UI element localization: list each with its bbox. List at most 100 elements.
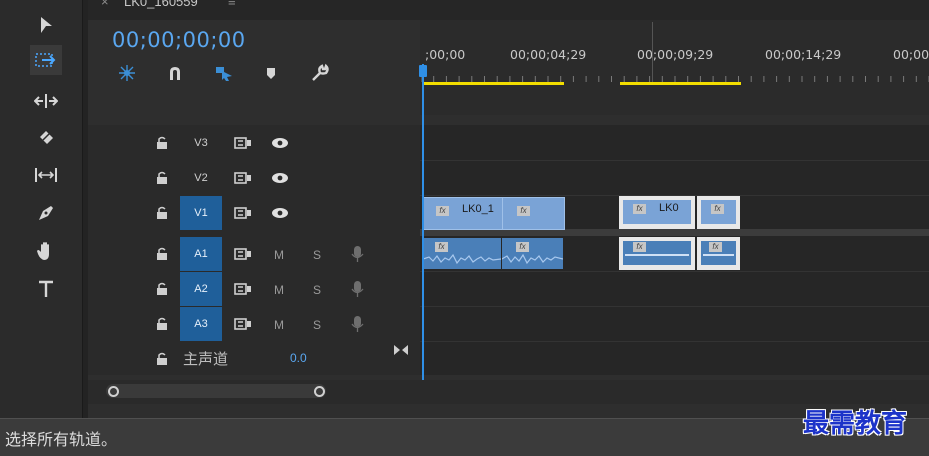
track-header-v3[interactable] <box>88 126 420 161</box>
playhead-timecode[interactable]: 00;00;00;00 <box>112 28 246 52</box>
sync-lock-icon[interactable] <box>233 247 253 261</box>
lock-icon[interactable] <box>155 206 169 220</box>
zoom-scrollbar[interactable] <box>106 384 326 398</box>
fx-badge: fx <box>517 206 530 216</box>
track-header-a3[interactable] <box>88 307 420 342</box>
clip-name: LK0 <box>659 202 679 214</box>
audio-clip-selected[interactable]: fx <box>619 237 695 270</box>
solo-button[interactable]: S <box>313 248 321 262</box>
in-point-marker <box>652 22 653 82</box>
microphone-icon[interactable] <box>348 280 368 298</box>
track-target-v1[interactable]: V1 <box>180 196 222 230</box>
ruler-label: 00;00;14;29 <box>765 47 842 62</box>
fx-badge: fx <box>711 204 724 214</box>
track-target-a3[interactable]: A3 <box>180 307 222 341</box>
lock-icon[interactable] <box>155 317 169 331</box>
watermark-logo: 最需教育 <box>803 409 908 439</box>
lock-icon[interactable] <box>155 171 169 185</box>
track-target-a2[interactable]: A2 <box>180 272 222 306</box>
lock-icon[interactable] <box>155 247 169 261</box>
track-header-v2[interactable] <box>88 161 420 196</box>
master-volume-value[interactable]: 0.0 <box>290 351 307 365</box>
mute-button[interactable]: M <box>274 283 284 297</box>
eye-icon[interactable] <box>270 206 290 220</box>
status-text: 选择所有轨道。 <box>5 430 118 449</box>
sync-lock-icon[interactable] <box>233 317 253 331</box>
microphone-icon[interactable] <box>348 245 368 263</box>
sync-lock-icon[interactable] <box>233 136 253 150</box>
video-clip[interactable]: fx LK0_1 <box>423 197 503 230</box>
work-area-bar[interactable] <box>423 82 564 85</box>
mute-button[interactable]: M <box>274 248 284 262</box>
eye-icon[interactable] <box>270 136 290 150</box>
type-icon[interactable] <box>30 274 62 304</box>
work-area-bar[interactable] <box>620 82 741 85</box>
time-ruler[interactable] <box>420 20 929 115</box>
audio-waveform <box>625 254 689 256</box>
sequence-tab-label[interactable]: LK0_160559 <box>124 0 198 9</box>
eye-icon[interactable] <box>270 171 290 185</box>
fx-badge: fx <box>633 204 646 214</box>
ruler-label: 00;00;04;29 <box>510 47 587 62</box>
mute-button[interactable]: M <box>274 318 284 332</box>
master-track-label: 主声道 <box>183 350 229 368</box>
lane-divider <box>420 306 929 307</box>
audio-waveform <box>423 253 501 265</box>
ruler-label: ;00;00 <box>425 47 466 62</box>
pen-icon[interactable] <box>30 198 62 228</box>
hand-icon[interactable] <box>30 236 62 266</box>
video-clip[interactable]: fx <box>502 197 565 230</box>
track-target-v3[interactable]: V3 <box>180 126 222 160</box>
fx-badge: fx <box>633 242 646 252</box>
lock-icon[interactable] <box>155 352 169 366</box>
status-bar <box>0 418 929 456</box>
track-target-v2[interactable]: V2 <box>180 161 222 195</box>
playhead-handle[interactable] <box>419 65 427 77</box>
snap-nest-icon[interactable] <box>114 60 140 86</box>
sync-lock-icon[interactable] <box>233 206 253 220</box>
lane-divider <box>420 341 929 342</box>
fx-badge: fx <box>709 242 722 252</box>
lock-icon[interactable] <box>155 136 169 150</box>
lane-divider <box>420 160 929 161</box>
track-header-a2[interactable] <box>88 272 420 307</box>
wrench-icon[interactable] <box>306 60 332 86</box>
track-header-a1[interactable] <box>88 237 420 272</box>
slip-icon[interactable] <box>30 160 62 190</box>
magnet-icon[interactable] <box>162 60 188 86</box>
sequence-tab-bar <box>88 0 929 20</box>
solo-button[interactable]: S <box>313 283 321 297</box>
fx-badge: fx <box>436 206 449 216</box>
selection-tool-icon[interactable] <box>30 10 62 40</box>
audio-clip[interactable]: fx <box>502 238 563 269</box>
video-clip-selected[interactable]: fx LK0 <box>619 196 695 229</box>
audio-clip[interactable]: fx <box>423 238 501 269</box>
sync-lock-icon[interactable] <box>233 171 253 185</box>
video-clip-selected[interactable]: fx <box>697 196 740 229</box>
ripple-edit-icon[interactable] <box>30 86 62 116</box>
linked-selection-icon[interactable] <box>211 60 237 86</box>
clip-name: LK0_1 <box>462 203 494 215</box>
audio-waveform <box>703 254 734 256</box>
ruler-label: 00;00 <box>893 47 929 62</box>
panel-menu-icon[interactable]: ≡ <box>228 0 236 9</box>
microphone-icon[interactable] <box>348 315 368 333</box>
close-tab-button[interactable]: × <box>101 0 109 9</box>
video-audio-separator <box>420 229 929 236</box>
marker-icon[interactable] <box>258 60 284 86</box>
audio-waveform <box>502 253 563 265</box>
sync-lock-icon[interactable] <box>233 282 253 296</box>
track-header-v1[interactable] <box>88 196 420 231</box>
playhead-line[interactable] <box>422 64 424 382</box>
track-select-forward-icon[interactable] <box>30 45 62 75</box>
lane-divider <box>420 271 929 272</box>
ruler-label: 00;00;09;29 <box>637 47 714 62</box>
lock-icon[interactable] <box>155 282 169 296</box>
solo-button[interactable]: S <box>313 318 321 332</box>
razor-icon[interactable] <box>30 122 62 152</box>
zoom-handle-left[interactable] <box>108 386 119 397</box>
zoom-handle-right[interactable] <box>314 386 325 397</box>
track-target-a1[interactable]: A1 <box>180 237 222 271</box>
audio-clip-selected[interactable]: fx <box>697 237 740 270</box>
bowtie-icon[interactable] <box>392 343 410 357</box>
